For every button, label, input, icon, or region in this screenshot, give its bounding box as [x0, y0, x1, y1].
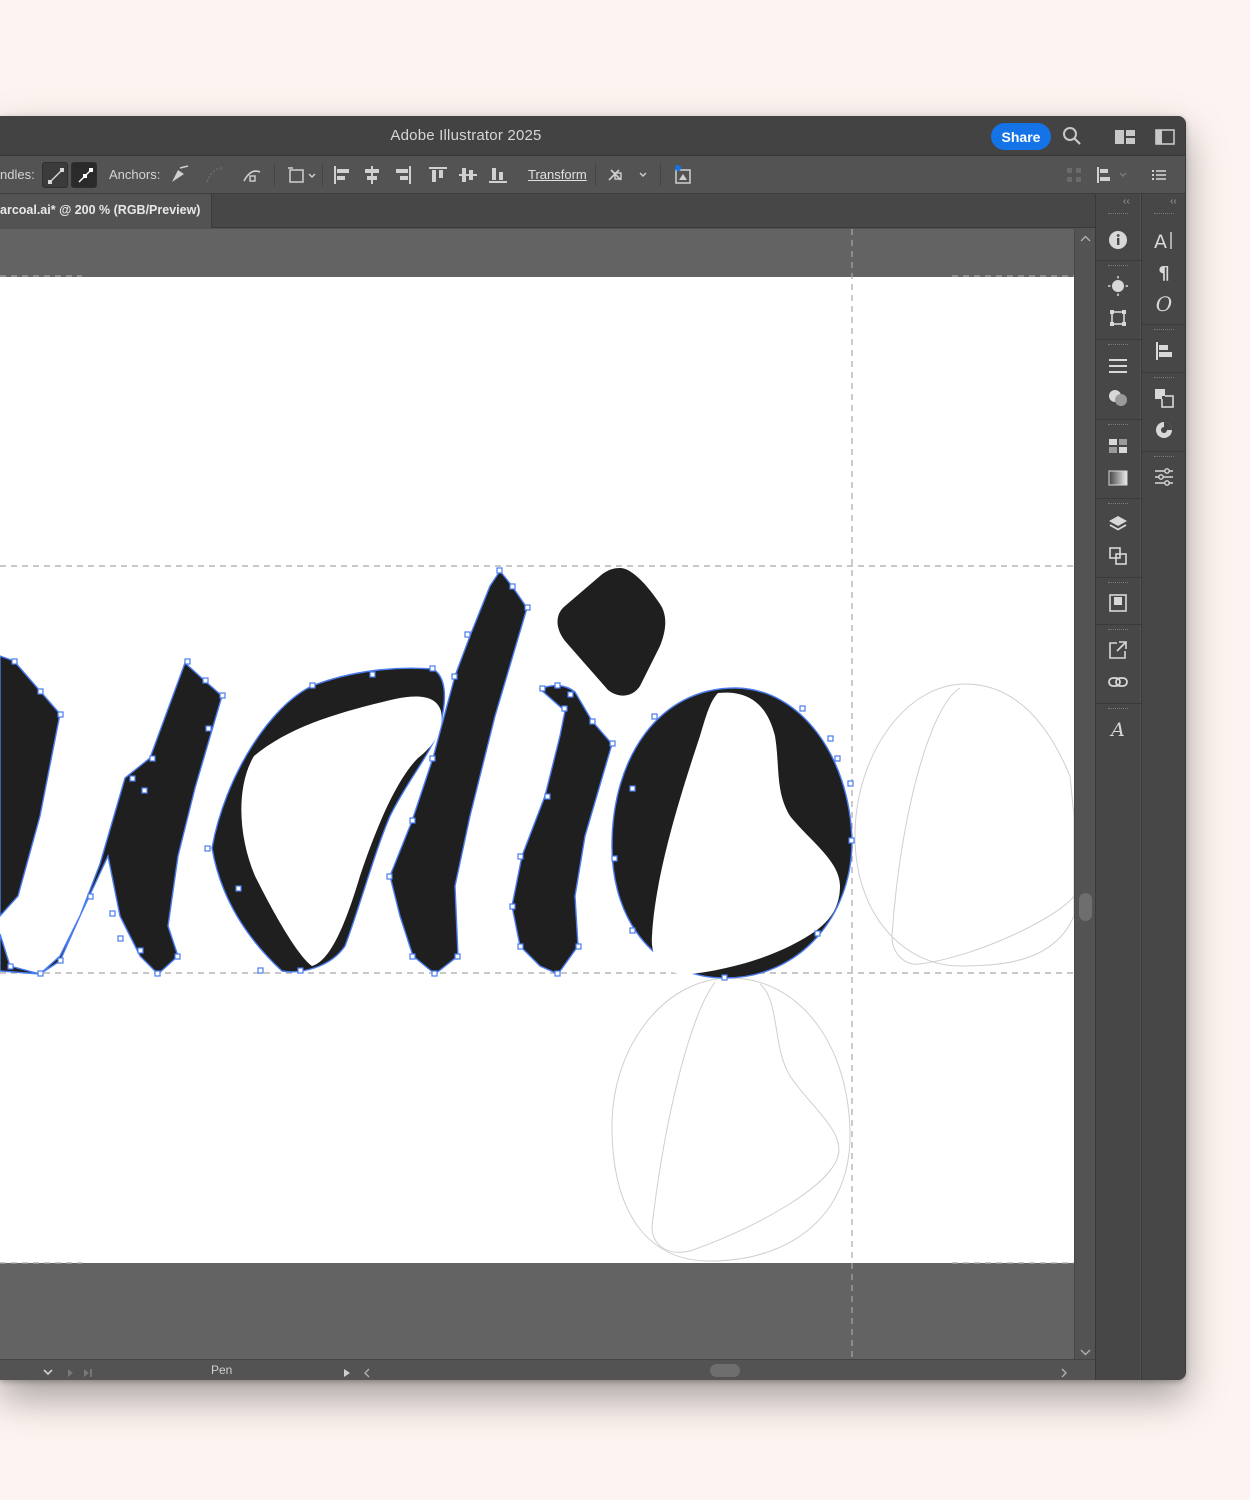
panel-dock-column-2: ‹‹ A ¶ O — [1141, 194, 1185, 1380]
stroke-icon[interactable] — [1106, 354, 1130, 378]
align-bottom-icon — [489, 168, 507, 183]
transparency-icon[interactable] — [1106, 386, 1130, 410]
arrange-toolbar-button[interactable] — [1062, 163, 1086, 187]
handles-label: ndles: — [0, 167, 35, 182]
handles-show-button[interactable] — [71, 162, 97, 188]
pathfinder-icon[interactable] — [1152, 386, 1176, 410]
handles-hide-icon — [48, 168, 64, 184]
pathfinder-icon[interactable] — [1106, 544, 1130, 568]
svg-text:A: A — [1109, 719, 1125, 740]
current-tool-label: Pen — [211, 1363, 233, 1377]
collapse-panels-icon[interactable]: ‹‹ — [1170, 196, 1177, 207]
align-left-icon — [334, 166, 349, 184]
paragraph-icon[interactable]: ¶ — [1152, 260, 1176, 284]
search-icon[interactable] — [1062, 126, 1082, 151]
illustrator-window: Adobe Illustrator 2025 Share ndles: Anch… — [0, 116, 1186, 1380]
grid-arrange-icon — [1067, 168, 1081, 182]
puppet-warp-icon — [608, 169, 647, 181]
layers-icon[interactable] — [1106, 512, 1130, 536]
scroll-up-icon[interactable] — [1080, 231, 1091, 249]
next-artboard-icon[interactable] — [66, 1365, 96, 1380]
align-horizontal-center-icon — [365, 166, 379, 184]
appearance-icon[interactable] — [1106, 274, 1130, 298]
align-middle-button[interactable] — [456, 163, 480, 187]
align-vertical-center-icon — [459, 168, 477, 182]
swatches-icon[interactable] — [1106, 434, 1130, 458]
align-bottom-button[interactable] — [486, 163, 510, 187]
distribute-button[interactable] — [1094, 163, 1130, 187]
svg-text:A: A — [1154, 231, 1167, 251]
panel-menu-button[interactable] — [1148, 163, 1172, 187]
artboards-icon[interactable] — [1106, 591, 1130, 615]
anchors-label: Anchors: — [109, 167, 161, 182]
status-menu-arrow-icon[interactable] — [343, 1365, 351, 1380]
horizontal-scroll-thumb[interactable] — [710, 1364, 740, 1377]
cut-path-button[interactable] — [240, 163, 264, 187]
collapse-panels-icon[interactable]: ‹‹ — [1123, 196, 1130, 207]
cut-path-icon — [243, 170, 261, 182]
opentype-icon[interactable]: O — [1152, 292, 1176, 316]
workspace-icon[interactable] — [1155, 129, 1175, 150]
app-title: Adobe Illustrator 2025 — [390, 127, 542, 144]
export-icon[interactable] — [1106, 638, 1130, 662]
info-icon[interactable] — [1106, 228, 1130, 252]
align-right-icon — [396, 166, 411, 184]
scroll-right-icon[interactable] — [1060, 1365, 1068, 1380]
puppet-warp-button[interactable] — [604, 163, 652, 187]
document-tab-bar: arcoal.ai* @ 200 % (RGB/Preview) — [0, 194, 1095, 228]
svg-text:¶: ¶ — [1158, 263, 1169, 283]
transform-link[interactable]: Transform — [528, 167, 587, 182]
share-button[interactable]: Share — [991, 123, 1051, 150]
vertical-scroll-thumb[interactable] — [1079, 893, 1092, 921]
align-top-icon — [429, 167, 447, 182]
align-left-button[interactable] — [330, 163, 354, 187]
zoom-dropdown-chevron-icon[interactable] — [42, 1364, 54, 1380]
gradient-icon[interactable] — [1106, 466, 1130, 490]
pen-anchor-icon — [172, 165, 189, 182]
title-bar: Adobe Illustrator 2025 Share — [0, 116, 1185, 156]
panel-dock-column-1: ‹‹ A — [1095, 194, 1141, 1380]
convert-anchor-button[interactable] — [167, 163, 191, 187]
arrange-documents-icon[interactable] — [1115, 129, 1135, 150]
handles-show-icon — [78, 168, 93, 183]
isolate-object-button[interactable] — [286, 163, 320, 187]
links-icon[interactable] — [1106, 670, 1130, 694]
recolor-artwork-button[interactable] — [671, 163, 695, 187]
color-guide-icon[interactable] — [1152, 418, 1176, 442]
vertical-scrollbar[interactable] — [1074, 229, 1095, 1359]
align-right-button[interactable] — [391, 163, 415, 187]
character-icon[interactable]: A — [1152, 228, 1176, 252]
handles-hide-button[interactable] — [42, 162, 68, 188]
menu-list-icon — [1152, 170, 1166, 180]
scroll-left-icon[interactable] — [363, 1365, 371, 1380]
control-bar: ndles: Anchors: Transform — [0, 156, 1185, 194]
glyphs-icon[interactable]: A — [1106, 717, 1130, 741]
distribute-icon — [1097, 167, 1127, 183]
smooth-anchor-button[interactable] — [203, 163, 227, 187]
transform-icon[interactable] — [1106, 306, 1130, 330]
canvas-area[interactable] — [0, 229, 1074, 1359]
svg-text:O: O — [1156, 293, 1172, 315]
align-center-button[interactable] — [360, 163, 384, 187]
properties-icon[interactable] — [1152, 465, 1176, 489]
align-top-button[interactable] — [426, 163, 450, 187]
isolate-object-icon — [288, 167, 316, 183]
document-tab[interactable]: arcoal.ai* @ 200 % (RGB/Preview) — [0, 194, 212, 228]
recolor-artwork-icon — [675, 165, 691, 184]
smooth-anchor-icon — [206, 167, 224, 183]
status-bar: Pen — [0, 1359, 1095, 1380]
artwork-layer[interactable] — [0, 229, 1074, 1359]
align-icon[interactable] — [1152, 339, 1176, 363]
